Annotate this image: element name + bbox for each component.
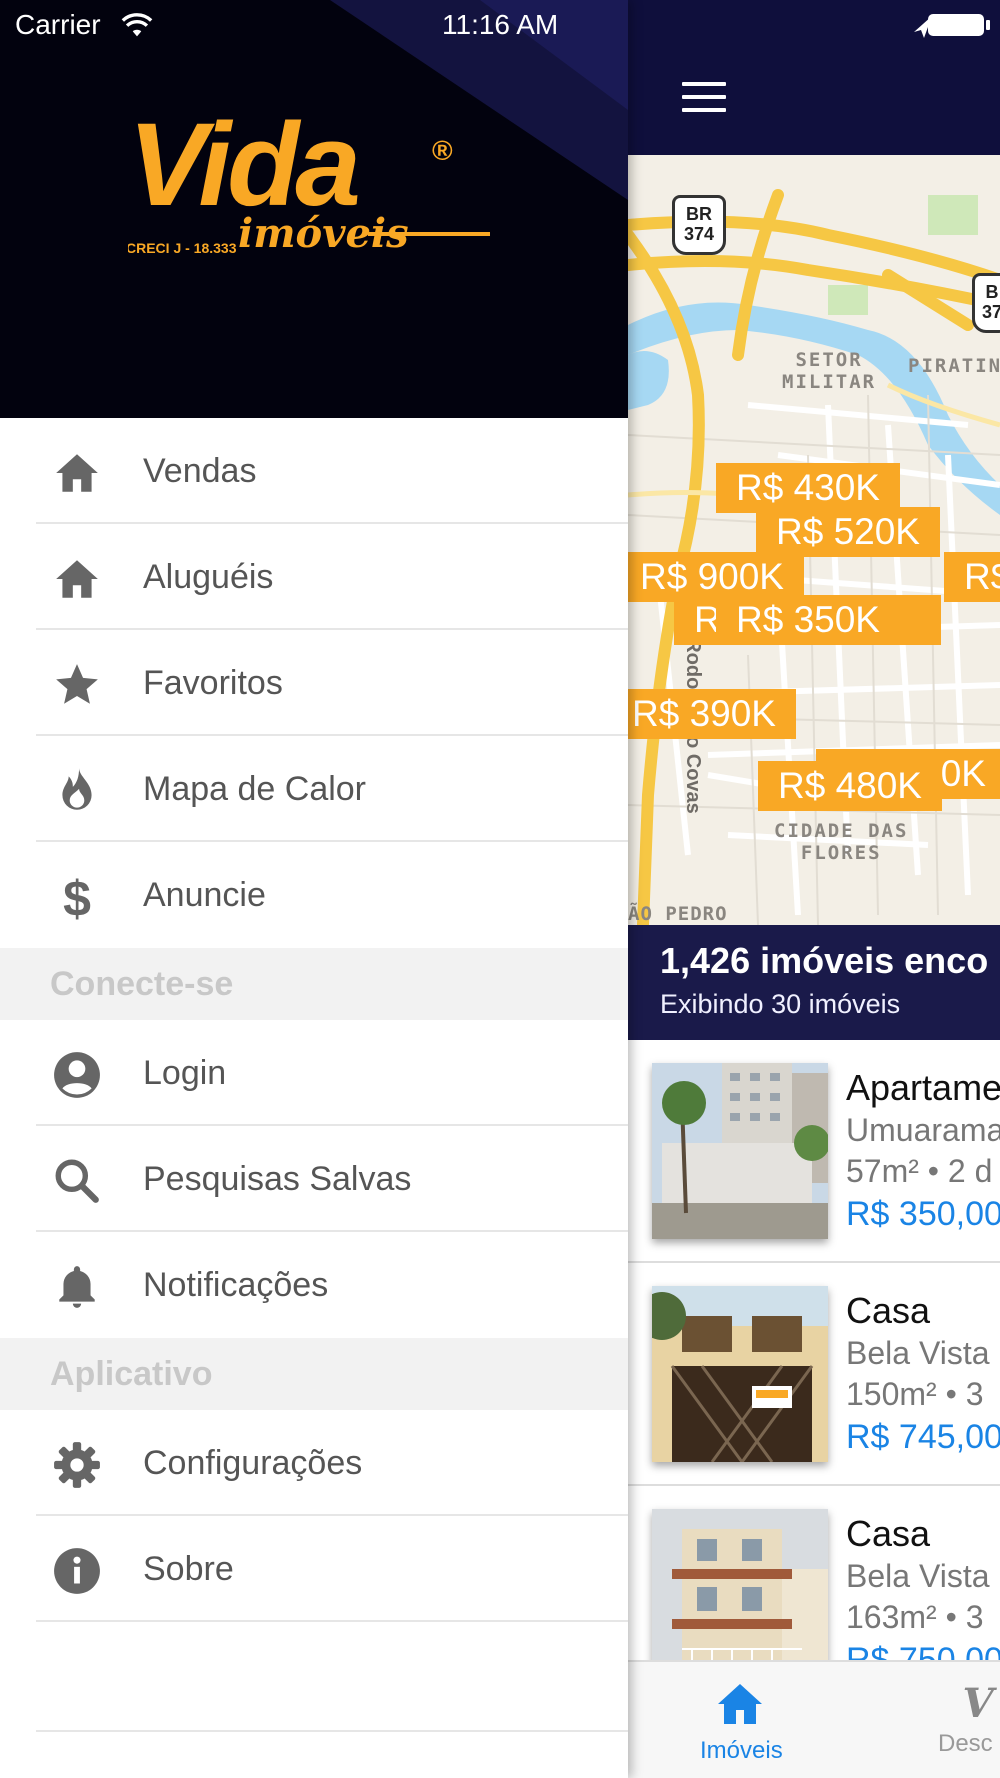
listing-size: 150m² • 3 xyxy=(846,1376,984,1412)
section-title: Aplicativo xyxy=(50,1355,213,1393)
listing-type: Casa xyxy=(846,1290,931,1331)
listing-details: Casa Bela Vista 150m² • 3 R$ 745,00 xyxy=(846,1289,1000,1459)
tab-desc-label: Desc xyxy=(938,1730,993,1757)
price-pin[interactable]: R$ 520K xyxy=(756,507,940,557)
section-header-conecte-se: Conecte-se xyxy=(0,948,628,1020)
section-title: Conecte-se xyxy=(50,965,234,1003)
menu-label: Configurações xyxy=(143,1444,363,1482)
tab-bar: Imóveis V Desc xyxy=(628,1660,1000,1778)
menu-item-anuncie[interactable]: $ Anuncie xyxy=(0,842,628,948)
listing-details: Apartame Umuarama 57m² • 2 d R$ 350,00 xyxy=(846,1066,1000,1236)
tab-desc[interactable]: V Desc xyxy=(938,1682,1000,1758)
flame-icon xyxy=(62,768,92,810)
search-icon xyxy=(55,1159,99,1203)
bell-icon xyxy=(59,1266,95,1308)
listing-neighborhood: Umuarama xyxy=(846,1112,1000,1148)
listing-price: R$ 350,00 xyxy=(846,1195,1000,1233)
listing-size: 57m² • 2 d xyxy=(846,1153,993,1189)
menu-item-alugueis[interactable]: Aluguéis xyxy=(0,524,628,630)
price-pin[interactable]: R$ 430K xyxy=(716,463,900,513)
listing-type: Apartame xyxy=(846,1067,1000,1108)
listing-neighborhood: Bela Vista xyxy=(846,1558,990,1594)
results-summary: 1,426 imóveis enco Exibindo 30 imóveis xyxy=(628,925,1000,1040)
dollar-icon: $ xyxy=(63,872,91,922)
battery-icon xyxy=(928,14,990,36)
listing-type: Casa xyxy=(846,1513,931,1554)
vida-imoveis-logo: Vida ® CRECI J - 18.333 imóveis xyxy=(128,100,490,257)
gear-icon xyxy=(54,1442,100,1488)
menu-label: Anuncie xyxy=(143,876,266,914)
price-pin[interactable]: R$ 350K xyxy=(716,595,900,645)
highway-shield-br37: B 37 xyxy=(972,273,1000,333)
carrier-label: Carrier xyxy=(15,9,101,40)
menu-label: Mapa de Calor xyxy=(143,770,367,808)
map-label-piratin: PIRATIN xyxy=(908,355,1000,377)
menu-item-login[interactable]: Login xyxy=(0,1020,628,1126)
navigation-drawer: Vida ® CRECI J - 18.333 imóveis Carrier … xyxy=(0,0,628,1778)
home-icon xyxy=(56,454,98,492)
svg-text:®: ® xyxy=(432,135,453,166)
menu-label: Sobre xyxy=(143,1550,234,1588)
menu-item-vendas[interactable]: Vendas xyxy=(0,418,628,524)
listing-details: Casa Bela Vista 163m² • 3 R$ 750,00 xyxy=(846,1512,1000,1682)
clock: 11:16 AM xyxy=(442,9,559,40)
menu-label: Vendas xyxy=(143,452,257,490)
section-header-aplicativo: Aplicativo xyxy=(0,1338,628,1410)
wifi-icon xyxy=(121,13,153,37)
menu-label: Aluguéis xyxy=(143,558,274,596)
home-icon xyxy=(718,1684,762,1724)
listing-price: R$ 745,00 xyxy=(846,1418,1000,1456)
divider xyxy=(36,1730,628,1732)
info-icon xyxy=(54,1548,100,1594)
listing-size: 163m² • 3 xyxy=(846,1599,984,1635)
menu-label: Favoritos xyxy=(143,664,283,702)
menu-label: Pesquisas Salvas xyxy=(143,1160,412,1198)
menu-item-sobre[interactable]: Sobre xyxy=(0,1516,628,1622)
drawer-header: Vida ® CRECI J - 18.333 imóveis xyxy=(0,0,628,418)
listing-photo xyxy=(652,1063,828,1239)
listing-item[interactable]: Casa Bela Vista 150m² • 3 R$ 745,00 xyxy=(628,1263,1000,1486)
listing-item[interactable]: Apartame Umuarama 57m² • 2 d R$ 350,00 xyxy=(628,1040,1000,1263)
results-count: 1,426 imóveis enco xyxy=(660,940,989,981)
menu-hamburger-icon[interactable] xyxy=(682,82,726,114)
menu-item-favoritos[interactable]: Favoritos xyxy=(0,630,628,736)
menu-label: Login xyxy=(143,1054,227,1092)
vida-v-icon: V xyxy=(962,1680,994,1727)
highway-shield-br374: BR 374 xyxy=(672,195,726,255)
tab-imoveis-label: Imóveis xyxy=(700,1737,783,1764)
tab-imoveis[interactable]: Imóveis xyxy=(700,1682,783,1765)
price-pin[interactable]: R$ xyxy=(944,552,1000,602)
menu-label: Notificações xyxy=(143,1266,329,1304)
listing-neighborhood: Bela Vista xyxy=(846,1335,990,1371)
map-label-cidade-das-flores: CIDADE DAS FLORES xyxy=(774,820,909,864)
menu-item-pesquisas-salvas[interactable]: Pesquisas Salvas xyxy=(0,1126,628,1232)
price-pin[interactable]: R$ 390K xyxy=(628,689,796,739)
account-icon xyxy=(54,1052,100,1098)
main-panel: BR 374 B 37 SETOR MILITAR PIRATIN CIDADE… xyxy=(628,0,1000,1778)
home-icon xyxy=(56,560,98,598)
map-label-setor-militar: SETOR MILITAR xyxy=(782,349,877,393)
map-view[interactable]: BR 374 B 37 SETOR MILITAR PIRATIN CIDADE… xyxy=(628,155,1000,925)
menu-item-configuracoes[interactable]: Configurações xyxy=(0,1410,628,1516)
star-icon xyxy=(56,664,98,704)
listing-photo xyxy=(652,1509,828,1685)
svg-text:$: $ xyxy=(63,872,91,922)
menu-item-notificacoes[interactable]: Notificações xyxy=(0,1232,628,1338)
listing-photo xyxy=(652,1286,828,1462)
svg-text:CRECI J - 18.333: CRECI J - 18.333 xyxy=(128,240,237,256)
menu-item-mapa-de-calor[interactable]: Mapa de Calor xyxy=(0,736,628,842)
results-subtitle: Exibindo 30 imóveis xyxy=(660,989,901,1019)
price-pin[interactable]: R$ 480K xyxy=(758,761,942,811)
map-label-sao-pedro: ÃO PEDRO xyxy=(628,903,728,925)
